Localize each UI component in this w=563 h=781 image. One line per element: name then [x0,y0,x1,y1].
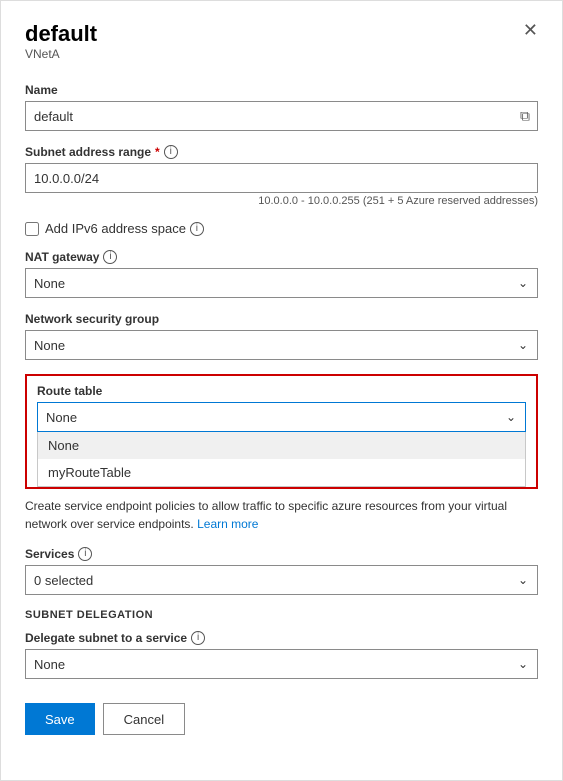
nsg-select[interactable]: None [25,330,538,360]
nat-gateway-select-wrapper: None ⌄ [25,268,538,298]
nat-gateway-select[interactable]: None [25,268,538,298]
ipv6-checkbox-row: Add IPv6 address space i [25,221,538,236]
learn-more-link[interactable]: Learn more [197,517,258,531]
route-table-select[interactable]: None [37,402,526,432]
route-table-section: Route table None ⌄ None myRouteTable [25,374,538,489]
ipv6-checkbox[interactable] [25,222,39,236]
route-table-select-wrapper: None ⌄ [37,402,526,432]
delegate-select[interactable]: None [25,649,538,679]
services-select[interactable]: 0 selected [25,565,538,595]
delegate-subnet-info-icon[interactable]: i [191,631,205,645]
subnet-delegation-section: SUBNET DELEGATION Delegate subnet to a s… [25,609,538,679]
panel-header: default VNetA ✕ [25,21,538,79]
delegate-subnet-label: Delegate subnet to a service i [25,631,538,645]
ipv6-checkbox-label: Add IPv6 address space i [45,221,204,236]
panel-title-group: default VNetA [25,21,97,79]
panel-title: default [25,21,97,47]
subnet-address-input[interactable] [25,163,538,193]
subnet-delegation-heading: SUBNET DELEGATION [25,609,538,621]
subnet-address-label: Subnet address range * i [25,145,538,159]
nat-gateway-group: NAT gateway i None ⌄ [25,250,538,298]
cancel-button[interactable]: Cancel [103,703,185,735]
ipv6-info-icon[interactable]: i [190,222,204,236]
name-input[interactable] [25,101,538,131]
services-select-wrapper: 0 selected ⌄ [25,565,538,595]
name-label: Name [25,83,538,97]
subnet-address-group: Subnet address range * i 10.0.0.0 - 10.0… [25,145,538,207]
route-table-dropdown: None myRouteTable [37,432,526,487]
subnet-address-hint: 10.0.0.0 - 10.0.0.255 (251 + 5 Azure res… [25,195,538,207]
panel-subtitle: VNetA [25,47,97,61]
subnet-address-info-icon[interactable]: i [164,145,178,159]
nsg-label: Network security group [25,312,538,326]
nat-gateway-label: NAT gateway i [25,250,538,264]
action-buttons: Save Cancel [25,703,538,735]
copy-icon[interactable]: ⧉ [520,108,530,125]
name-input-wrapper: ⧉ [25,101,538,131]
nsg-group: Network security group None ⌄ [25,312,538,360]
save-button[interactable]: Save [25,703,95,735]
close-button[interactable]: ✕ [523,21,538,39]
name-field-group: Name ⧉ [25,83,538,131]
nsg-select-wrapper: None ⌄ [25,330,538,360]
edit-subnet-panel: default VNetA ✕ Name ⧉ Subnet address ra… [0,0,563,781]
route-table-option-none[interactable]: None [38,432,525,459]
nat-gateway-info-icon[interactable]: i [103,250,117,264]
delegate-select-wrapper: None ⌄ [25,649,538,679]
services-group: Services i 0 selected ⌄ [25,547,538,595]
services-label: Services i [25,547,538,561]
route-table-option-myroute[interactable]: myRouteTable [38,459,525,486]
services-info-icon[interactable]: i [78,547,92,561]
service-endpoint-description: Create service endpoint policies to allo… [25,497,538,533]
required-marker: * [155,145,160,159]
close-icon: ✕ [523,20,538,40]
route-table-label: Route table [37,384,526,398]
